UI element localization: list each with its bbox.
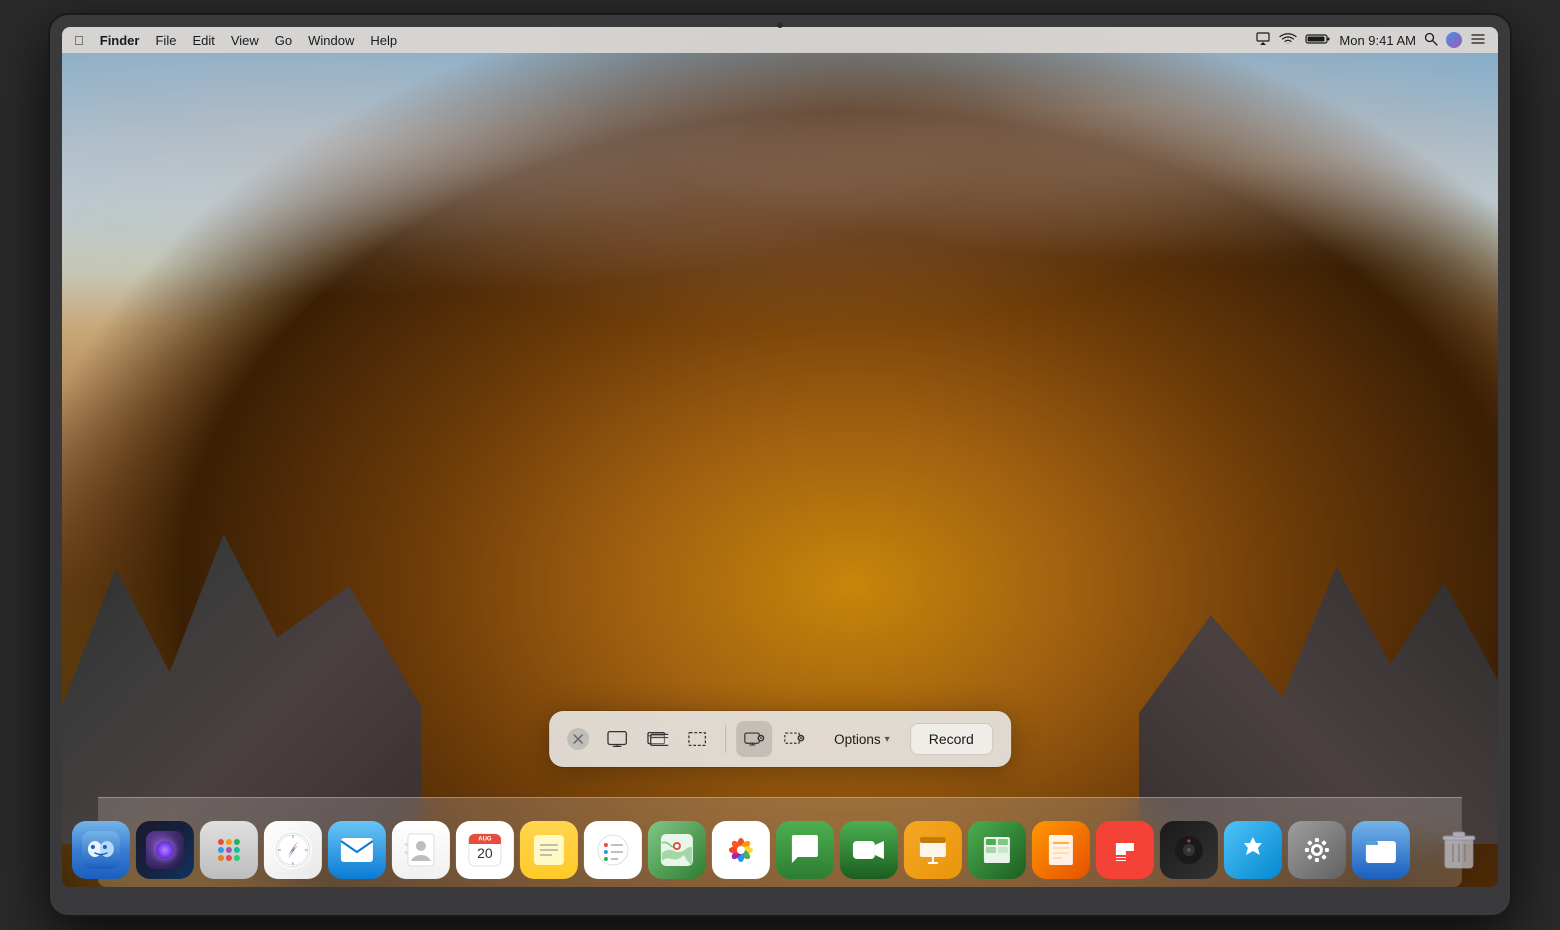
wifi-icon[interactable] bbox=[1279, 32, 1297, 49]
dock-icon-system-prefs[interactable] bbox=[1288, 821, 1346, 879]
dock-icon-photos[interactable] bbox=[712, 821, 770, 879]
battery-icon[interactable] bbox=[1305, 32, 1331, 49]
screenshot-toolbar: Options ▾ Record bbox=[549, 711, 1011, 767]
dock-icon-keynote[interactable] bbox=[904, 821, 962, 879]
dock-icon-facetime[interactable] bbox=[840, 821, 898, 879]
options-button[interactable]: Options ▾ bbox=[822, 726, 902, 753]
laptop-screen:  Finder File Edit View Go Window Help bbox=[62, 27, 1498, 887]
options-label: Options bbox=[834, 732, 881, 747]
dock-icon-contacts[interactable] bbox=[392, 821, 450, 879]
toolbar-divider-1 bbox=[725, 725, 726, 753]
apple-menu[interactable]:  bbox=[74, 33, 84, 48]
dock-icon-maps[interactable] bbox=[648, 821, 706, 879]
dock-icon-mail[interactable] bbox=[328, 821, 386, 879]
dock-icon-notes[interactable] bbox=[520, 821, 578, 879]
capture-screen-button[interactable] bbox=[599, 721, 635, 757]
toolbar-close-button[interactable] bbox=[567, 728, 589, 750]
siri-menubar-icon[interactable] bbox=[1446, 32, 1462, 48]
view-menu[interactable]: View bbox=[231, 33, 259, 48]
menu-time: Mon 9:41 AM bbox=[1339, 33, 1416, 48]
svg-text:AUG: AUG bbox=[478, 837, 492, 843]
menubar-right: Mon 9:41 AM bbox=[1255, 32, 1486, 49]
mountain-left bbox=[62, 500, 421, 844]
airplay-icon[interactable] bbox=[1255, 32, 1271, 49]
dock-icon-news[interactable] bbox=[1096, 821, 1154, 879]
cloud-layer bbox=[62, 27, 1498, 414]
dock-icon-trash[interactable] bbox=[1430, 821, 1488, 879]
dock-icon-messages[interactable] bbox=[776, 821, 834, 879]
dock-icon-calendar[interactable]: AUG 20 bbox=[456, 821, 514, 879]
camera-dot bbox=[777, 22, 783, 28]
options-chevron: ▾ bbox=[885, 734, 890, 745]
go-menu[interactable]: Go bbox=[275, 33, 292, 48]
svg-text:20: 20 bbox=[477, 845, 493, 861]
capture-window-button[interactable] bbox=[639, 721, 675, 757]
dock: AUG 20 bbox=[98, 797, 1462, 887]
spotlight-icon[interactable] bbox=[1424, 32, 1438, 49]
record-button[interactable]: Record bbox=[910, 723, 993, 755]
record-screen-button[interactable] bbox=[736, 721, 772, 757]
control-center-icon[interactable] bbox=[1470, 32, 1486, 49]
dock-icon-safari[interactable] bbox=[264, 821, 322, 879]
edit-menu[interactable]: Edit bbox=[192, 33, 214, 48]
window-menu[interactable]: Window bbox=[308, 33, 354, 48]
menubar-left:  Finder File Edit View Go Window Help bbox=[74, 33, 397, 48]
dock-icon-pages[interactable] bbox=[1032, 821, 1090, 879]
dock-icon-appstore[interactable] bbox=[1224, 821, 1282, 879]
dock-icon-music[interactable] bbox=[1160, 821, 1218, 879]
dock-icon-numbers[interactable] bbox=[968, 821, 1026, 879]
capture-selection-button[interactable] bbox=[679, 721, 715, 757]
file-menu[interactable]: File bbox=[155, 33, 176, 48]
help-menu[interactable]: Help bbox=[370, 33, 397, 48]
finder-menu[interactable]: Finder bbox=[100, 33, 140, 48]
laptop-frame:  Finder File Edit View Go Window Help bbox=[50, 15, 1510, 915]
mountain-right bbox=[1139, 517, 1498, 844]
record-selection-button[interactable] bbox=[776, 721, 812, 757]
dock-icon-files[interactable] bbox=[1352, 821, 1410, 879]
status-icons: Mon 9:41 AM bbox=[1255, 32, 1486, 49]
menubar:  Finder File Edit View Go Window Help bbox=[62, 27, 1498, 53]
dock-icon-siri[interactable] bbox=[136, 821, 194, 879]
dock-icon-reminders[interactable] bbox=[584, 821, 642, 879]
dock-icon-launchpad[interactable] bbox=[200, 821, 258, 879]
record-label: Record bbox=[929, 731, 974, 747]
dock-icon-finder[interactable] bbox=[72, 821, 130, 879]
